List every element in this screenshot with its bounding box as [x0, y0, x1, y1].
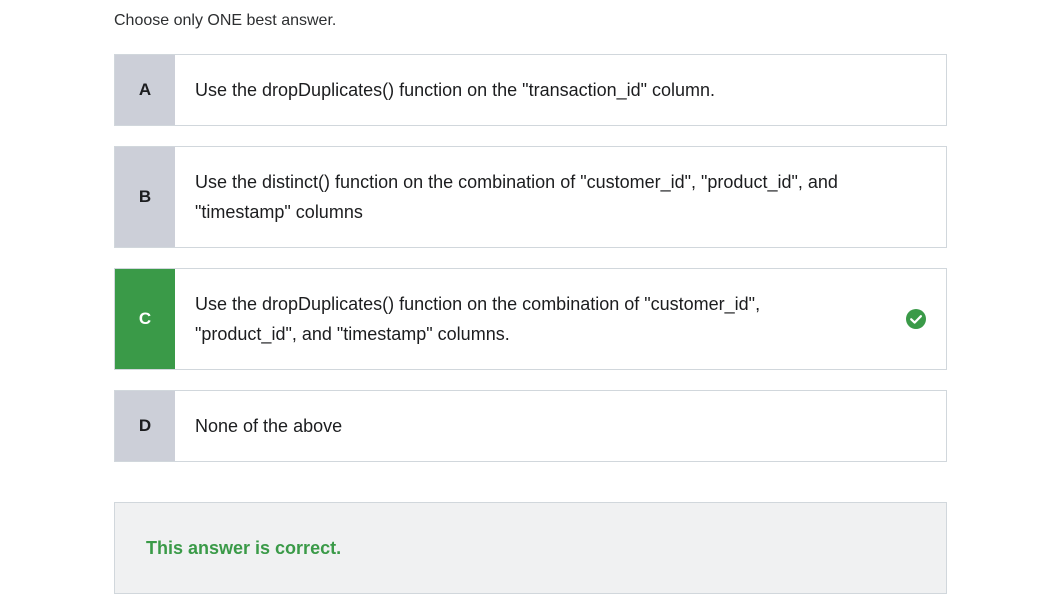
answer-option-d[interactable]: D None of the above	[114, 390, 947, 462]
option-text-a-label: Use the dropDuplicates() function on the…	[195, 80, 716, 100]
feedback-message: This answer is correct.	[146, 537, 342, 558]
check-circle-icon	[886, 269, 946, 369]
answer-option-a[interactable]: A Use the dropDuplicates() function on t…	[114, 54, 947, 126]
option-text-c-label: Use the dropDuplicates() function on the…	[195, 294, 761, 344]
option-text-b-label: Use the distinct() function on the combi…	[195, 172, 838, 222]
option-letter-b: B	[115, 147, 175, 247]
option-text-d-label: None of the above	[195, 416, 343, 436]
option-text-c: Use the dropDuplicates() function on the…	[175, 269, 886, 369]
option-letter-c: C	[115, 269, 175, 369]
answer-option-b[interactable]: B Use the distinct() function on the com…	[114, 146, 947, 248]
option-letter-a: A	[115, 55, 175, 125]
option-text-d: None of the above	[175, 391, 946, 461]
option-text-a: Use the dropDuplicates() function on the…	[175, 55, 946, 125]
option-letter-d: D	[115, 391, 175, 461]
question-instruction: Choose only ONE best answer.	[114, 12, 337, 29]
feedback-panel: This answer is correct.	[114, 502, 947, 594]
answer-option-c[interactable]: C Use the dropDuplicates() function on t…	[114, 268, 947, 370]
option-text-b: Use the distinct() function on the combi…	[175, 147, 946, 247]
